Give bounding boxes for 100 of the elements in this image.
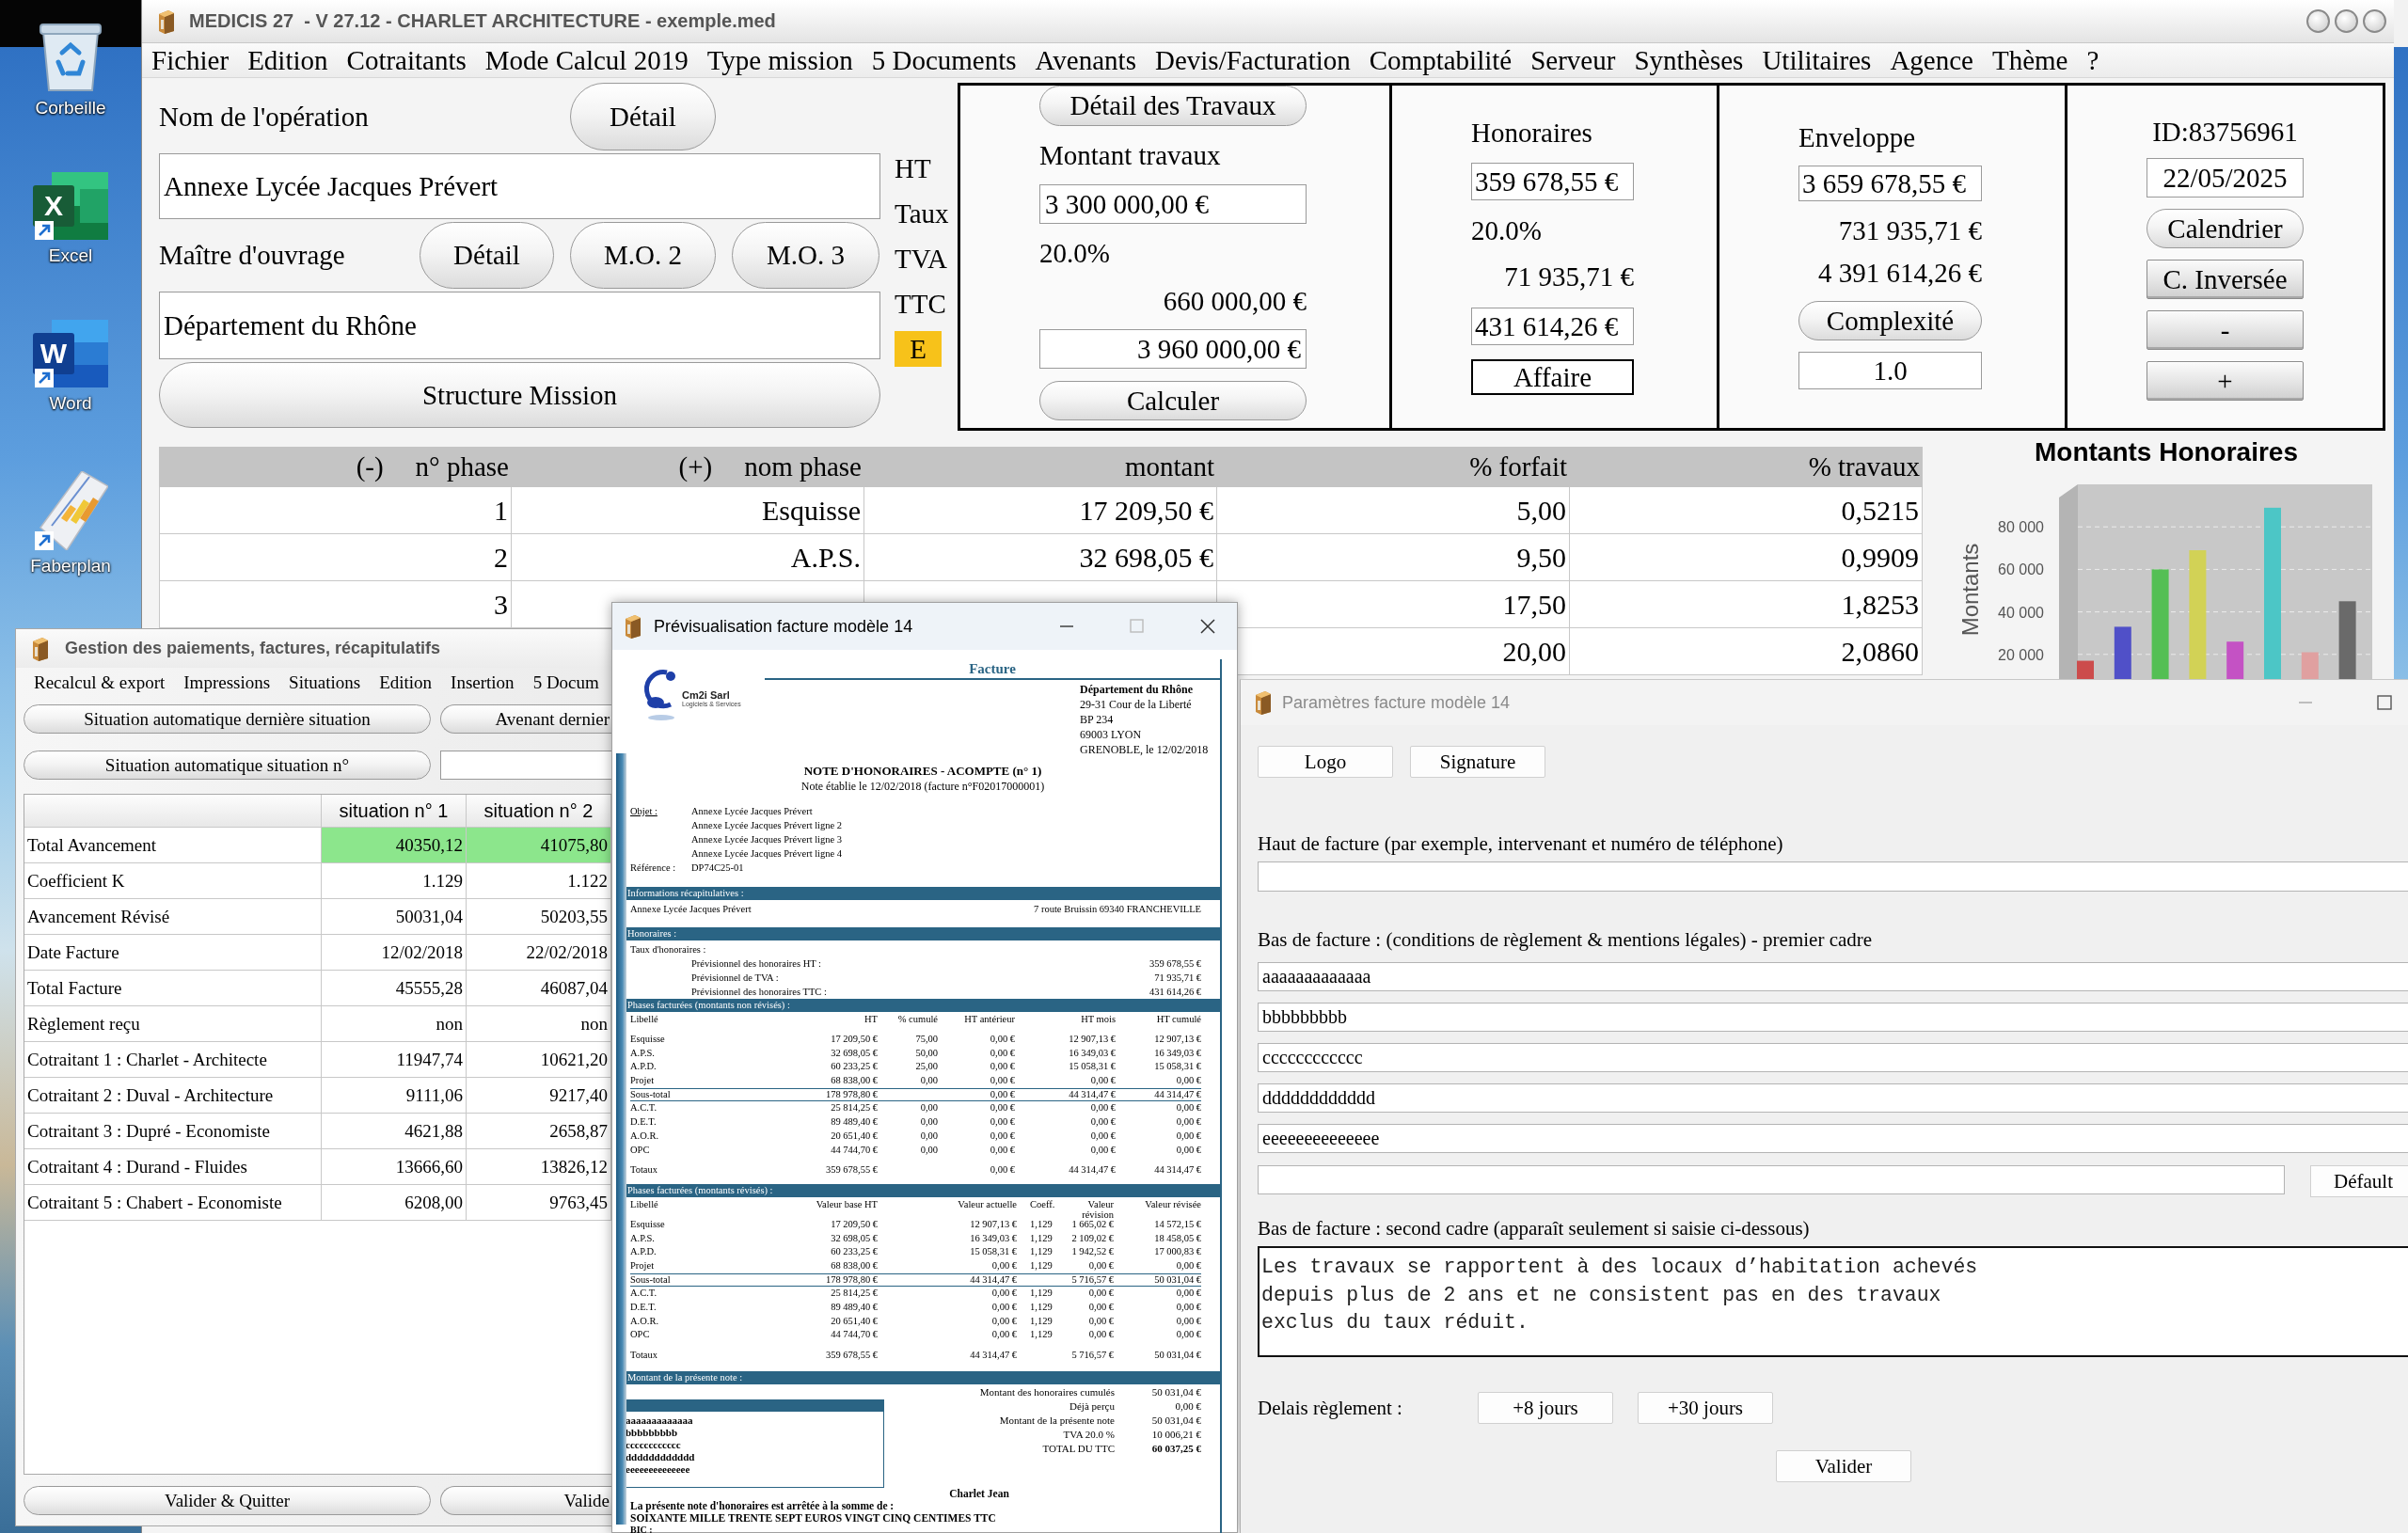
table-cell-text: Projet: [630, 1258, 656, 1272]
menu-item[interactable]: Fichier: [151, 44, 230, 76]
table-cell-text: D.E.T.: [630, 1301, 657, 1314]
tva-value: 660 000,00 €: [1162, 285, 1307, 317]
delay-button[interactable]: +8 jours: [1478, 1392, 1613, 1424]
tool-button[interactable]: C. Inversée: [2147, 260, 2304, 299]
text-field[interactable]: Annexe Lycée Jacques Prévert: [159, 153, 880, 219]
amount-value: 50 031,04 €: [1150, 1384, 1201, 1399]
note-line: eeeeeeeeeeeeee: [626, 1462, 690, 1476]
menu-item[interactable]: Mode Calcul 2019: [484, 44, 689, 76]
input-field[interactable]: [1258, 861, 2408, 892]
axis-tick-label: 20 000: [1998, 646, 2044, 663]
recycle-bin-icon[interactable]: [38, 21, 103, 92]
indicator-badge: E: [895, 331, 942, 367]
complexity-button[interactable]: Complexité: [1798, 301, 1982, 340]
bank-label: BIC :: [629, 1524, 654, 1533]
amount-label: Montant de la présente note: [998, 1413, 1115, 1428]
menu-item[interactable]: Serveur: [1530, 44, 1616, 76]
date-field[interactable]: 22/05/2025: [2147, 158, 2304, 198]
header-button[interactable]: (-): [356, 451, 384, 482]
default-button[interactable]: Défault: [2310, 1165, 2408, 1197]
input-field[interactable]: dddddddddddd: [1258, 1083, 2408, 1113]
fee-value: 431 614,26 €: [1149, 986, 1201, 999]
table-cell: Sous-total: [630, 1087, 771, 1102]
calculate-button[interactable]: Calculer: [1039, 381, 1307, 420]
menu-item[interactable]: Cotraitants: [346, 44, 467, 76]
validate-button[interactable]: Valider: [1776, 1450, 1911, 1482]
menu-item[interactable]: Edition: [379, 672, 433, 693]
input-field[interactable]: cccccccccccc: [1258, 1043, 2408, 1072]
amount-field[interactable]: 3 659 678,55 €: [1798, 166, 1982, 201]
menu-item[interactable]: Avenants: [1035, 44, 1136, 76]
tool-button[interactable]: +: [2147, 361, 2304, 401]
desktop-icon-label[interactable]: Corbeille: [35, 98, 106, 119]
menu-item[interactable]: Edition: [247, 44, 328, 76]
detail-button[interactable]: Détail des Travaux: [1039, 86, 1307, 126]
auto-situation-button[interactable]: Situation automatique dernière situation: [24, 704, 431, 734]
field-label: Bas de facture : (conditions de règlement & mentions légales) - premier cadre: [1258, 927, 1874, 952]
validate-button[interactable]: Valider & Quitter: [24, 1486, 431, 1515]
menu-item[interactable]: Impressions: [183, 672, 271, 693]
amendment-button[interactable]: Avenant dernier: [440, 704, 611, 734]
column-header: Libellé: [630, 1197, 659, 1211]
field-label: Maître d'ouvrage: [159, 239, 346, 272]
input-field[interactable]: [1258, 1165, 2285, 1194]
image-button[interactable]: Signature: [1410, 746, 1545, 778]
table-cell-text: 1,129: [1029, 1217, 1054, 1231]
owner-button[interactable]: M.O. 2: [570, 222, 716, 289]
menu-item[interactable]: Type mission: [706, 44, 853, 76]
image-button[interactable]: Logo: [1258, 746, 1393, 778]
structure-button[interactable]: Structure Mission: [159, 362, 880, 428]
table-cell: [878, 1087, 938, 1102]
menu-item[interactable]: Utilitaires: [1762, 44, 1872, 76]
auto-situation-button[interactable]: Situation automatique situation n°: [24, 751, 431, 780]
amount-field[interactable]: 3 960 000,00 €: [1039, 329, 1307, 369]
table-cell-text: 14 572,15 €: [1153, 1217, 1201, 1231]
menu-item[interactable]: Thème: [1991, 44, 2068, 76]
logo-name: Cm2i Sarl: [682, 689, 731, 701]
input-field[interactable]: [440, 751, 611, 780]
window-control-button[interactable]: [2363, 9, 2386, 33]
column-header: HT: [863, 1013, 878, 1026]
amount-field[interactable]: 359 678,55 €: [1471, 163, 1634, 200]
window-control-button[interactable]: [2306, 9, 2330, 33]
table-cell: 5 716,57 €: [1064, 1272, 1114, 1288]
column-header: % cumulé: [896, 1013, 938, 1026]
table-cell-text: 1 665,02 €: [1070, 1218, 1114, 1231]
project-name: Annexe Lycée Jacques Prévert: [630, 903, 752, 916]
complexity-field[interactable]: 1.0: [1798, 352, 1982, 389]
tool-button[interactable]: Calendrier: [2147, 209, 2304, 248]
desktop-icon-label[interactable]: Excel: [48, 245, 93, 266]
menu-item[interactable]: 5 Documents: [871, 44, 1017, 76]
affaire-button[interactable]: Affaire: [1471, 359, 1634, 395]
menu-item[interactable]: Agence: [1890, 44, 1973, 76]
menu-item[interactable]: Recalcul & export: [34, 672, 166, 693]
validate-button[interactable]: Valide: [440, 1486, 611, 1515]
owner-button[interactable]: Détail: [420, 222, 554, 289]
amount-field[interactable]: 431 614,26 €: [1471, 308, 1634, 345]
amount-field[interactable]: 3 300 000,00 €: [1039, 184, 1307, 224]
input-field[interactable]: aaaaaaaaaaaaa: [1258, 962, 2408, 991]
table-cell-text: 25,00: [914, 1060, 938, 1074]
input-field[interactable]: bbbbbbbbb: [1258, 1003, 2408, 1032]
detail-button[interactable]: Détail: [570, 83, 716, 150]
menu-item[interactable]: Situations: [289, 672, 361, 693]
menu-item[interactable]: Synthèses: [1634, 44, 1744, 76]
table-cell: 13666,60: [322, 1149, 467, 1185]
table-cell: 0,5215: [1570, 487, 1923, 534]
input-field[interactable]: eeeeeeeeeeeeee: [1258, 1124, 2408, 1153]
table-cell-text: 1,129: [1029, 1328, 1054, 1342]
header-button[interactable]: (+): [678, 451, 713, 482]
window-control-button[interactable]: [2335, 9, 2358, 33]
menu-item[interactable]: Comptabilité: [1369, 44, 1513, 76]
menu-item[interactable]: Insertion: [451, 672, 515, 693]
owner-button[interactable]: M.O. 3: [732, 222, 879, 289]
menu-item[interactable]: Devis/Facturation: [1154, 44, 1351, 76]
text-field[interactable]: Département du Rhône: [159, 292, 880, 359]
text-area[interactable]: Les travaux se rapportent à des locaux d’habitation achevés depuis plus de 2 ans et ne consistent pas en des travaux exclus du taux réduit.: [1258, 1246, 2408, 1357]
menu-item[interactable]: 5 Docum: [532, 672, 599, 693]
menu-item[interactable]: ?: [2086, 44, 2099, 76]
tool-button[interactable]: -: [2147, 310, 2304, 350]
column-header: Libellé: [630, 1013, 659, 1026]
delay-button[interactable]: +30 jours: [1638, 1392, 1773, 1424]
table-cell-text: 1 942,52 €: [1070, 1245, 1114, 1259]
